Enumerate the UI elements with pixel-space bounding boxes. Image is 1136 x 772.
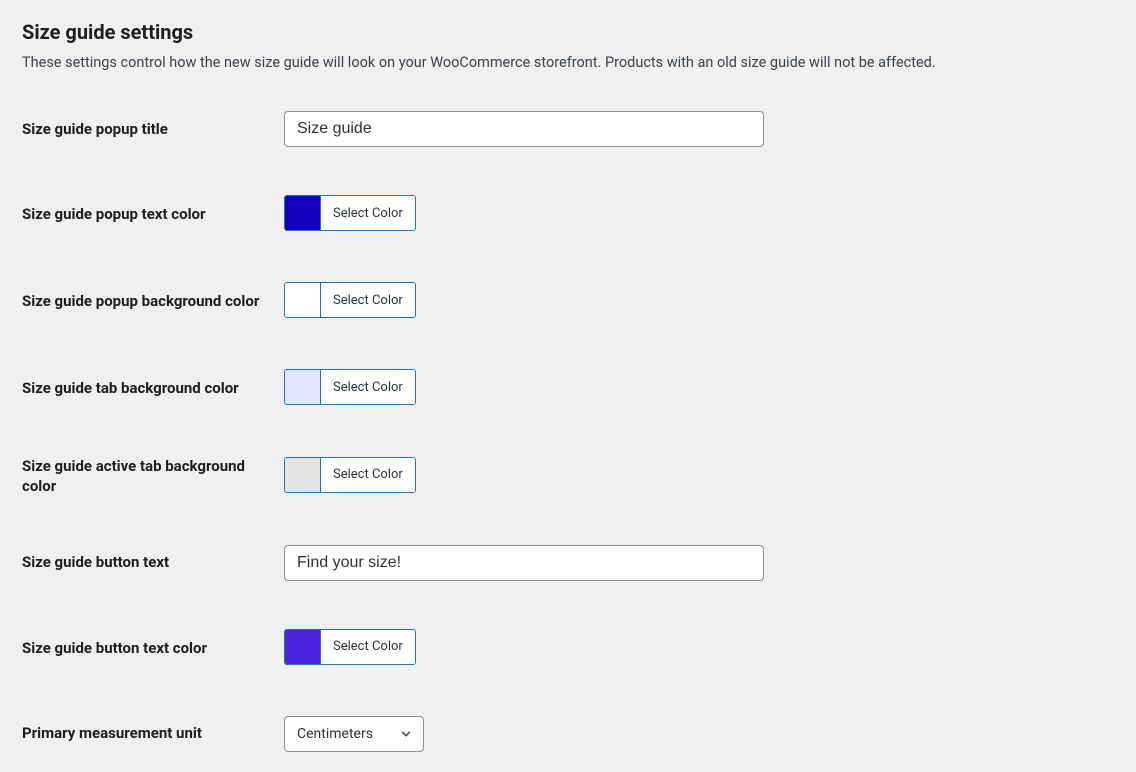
tab-bg-color-swatch — [285, 370, 321, 404]
button-text-color-swatch — [285, 630, 321, 664]
color-picker-label: Select Color — [321, 196, 415, 230]
field-button-text-color: Size guide button text color Select Colo… — [22, 629, 1114, 668]
popup-bg-color-picker[interactable]: Select Color — [284, 282, 416, 318]
color-picker-label: Select Color — [321, 630, 415, 664]
popup-text-color-picker[interactable]: Select Color — [284, 195, 416, 231]
field-primary-unit: Primary measurement unit Centimeters — [22, 716, 1114, 752]
field-popup-bg-color: Size guide popup background color Select… — [22, 282, 1114, 321]
label-popup-bg-color: Size guide popup background color — [22, 291, 284, 311]
color-picker-label: Select Color — [321, 458, 415, 492]
popup-text-color-swatch — [285, 196, 321, 230]
page-description: These settings control how the new size … — [22, 54, 1114, 71]
button-text-color-picker[interactable]: Select Color — [284, 629, 416, 665]
popup-bg-color-swatch — [285, 283, 321, 317]
field-tab-bg-color: Size guide tab background color Select C… — [22, 369, 1114, 408]
label-primary-unit: Primary measurement unit — [22, 723, 284, 743]
label-tab-bg-color: Size guide tab background color — [22, 378, 284, 398]
field-popup-text-color: Size guide popup text color Select Color — [22, 195, 1114, 234]
chevron-down-icon — [399, 727, 413, 741]
primary-unit-value: Centimeters — [297, 726, 373, 742]
button-text-input[interactable] — [284, 545, 764, 581]
field-button-text: Size guide button text — [22, 545, 1114, 581]
active-tab-bg-color-picker[interactable]: Select Color — [284, 457, 416, 493]
label-popup-title: Size guide popup title — [22, 119, 284, 139]
primary-unit-select[interactable]: Centimeters — [284, 716, 424, 752]
color-picker-label: Select Color — [321, 283, 415, 317]
popup-title-input[interactable] — [284, 111, 764, 147]
label-button-text-color: Size guide button text color — [22, 638, 284, 658]
label-popup-text-color: Size guide popup text color — [22, 204, 284, 224]
label-button-text: Size guide button text — [22, 552, 284, 572]
field-active-tab-bg-color: Size guide active tab background color S… — [22, 456, 1114, 497]
field-popup-title: Size guide popup title — [22, 111, 1114, 147]
active-tab-bg-color-swatch — [285, 458, 321, 492]
color-picker-label: Select Color — [321, 370, 415, 404]
tab-bg-color-picker[interactable]: Select Color — [284, 369, 416, 405]
page-title: Size guide settings — [22, 20, 1114, 44]
label-active-tab-bg-color: Size guide active tab background color — [22, 456, 284, 497]
